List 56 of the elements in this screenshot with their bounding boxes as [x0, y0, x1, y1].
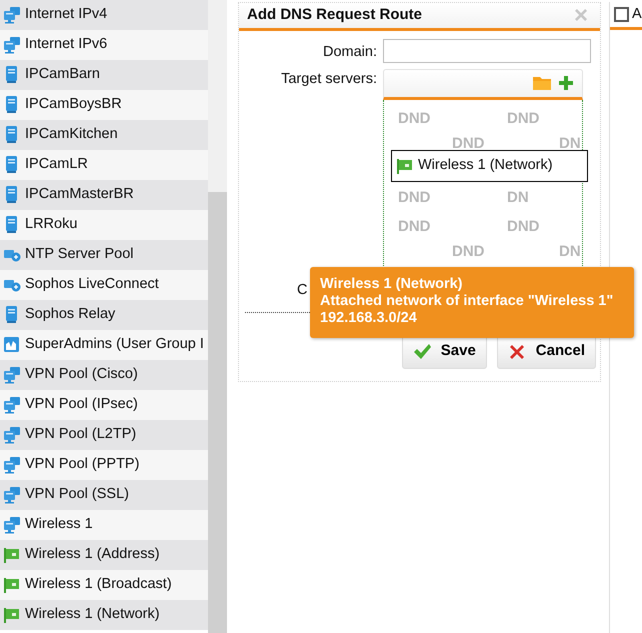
network-icon [3, 396, 21, 414]
dialog-title: Add DNS Request Route [247, 5, 422, 26]
flag-icon [396, 156, 414, 175]
definition-item[interactable]: VPN Pool (IPsec) [0, 390, 208, 420]
folder-icon[interactable] [532, 75, 552, 92]
flag-icon [3, 606, 21, 624]
drop-watermark: DND [398, 108, 430, 129]
check-icon [412, 342, 431, 360]
network-icon [3, 36, 21, 54]
definition-item[interactable]: Internet IPv6 [0, 30, 208, 60]
definition-item[interactable]: VPN Pool (L2TP) [0, 420, 208, 450]
domain-field[interactable] [383, 39, 591, 63]
network-icon [3, 486, 21, 504]
definition-item[interactable]: NTP Server Pool [0, 240, 208, 270]
scrollbar[interactable] [208, 0, 227, 633]
network-icon [3, 366, 21, 384]
flag-icon [3, 576, 21, 594]
definition-item[interactable]: SuperAdmins (User Group I [0, 330, 208, 360]
drop-watermark: DND [452, 242, 484, 262]
tooltip: Wireless 1 (Network) Attached network of interface "Wireless 1" 192.168.3.0/24 [310, 267, 634, 338]
drop-watermark: DN [559, 242, 581, 262]
definition-item[interactable]: LRRoku [0, 210, 208, 240]
checkbox[interactable] [614, 7, 629, 22]
definition-item[interactable]: IPCamBarn [0, 60, 208, 90]
definition-item[interactable]: IPCamMasterBR [0, 180, 208, 210]
network-icon [3, 6, 21, 24]
panel-title: A [632, 4, 642, 24]
network-icon [3, 456, 21, 474]
field-label: Domain: [322, 43, 377, 62]
definition-item[interactable]: Wireless 1 (Address) [0, 540, 208, 570]
flag-icon [3, 546, 21, 564]
definition-item[interactable]: Wireless 1 [0, 510, 208, 540]
drop-watermark: DN [507, 188, 529, 208]
chart-icon [3, 336, 21, 354]
network-icon [3, 516, 21, 534]
definition-item[interactable]: VPN Pool (Cisco) [0, 360, 208, 390]
field-label: C [297, 280, 308, 300]
definition-item[interactable]: VPN Pool (PPTP) [0, 450, 208, 480]
target-item[interactable]: Wireless 1 (Network) [391, 150, 588, 182]
drop-watermark: DND [398, 216, 430, 237]
drop-watermark: DND [507, 108, 540, 129]
field-label: Target servers: [280, 70, 377, 89]
definition-item[interactable]: IPCamBoysBR [0, 90, 208, 120]
definition-item[interactable]: Internet IPv4 [0, 0, 208, 30]
definition-item[interactable]: IPCamKitchen [0, 120, 208, 150]
drop-watermark: DND [507, 216, 540, 237]
definition-item[interactable]: IPCamLR [0, 150, 208, 180]
definition-item[interactable]: VPN Pool (SSL) [0, 480, 208, 510]
network-icon [3, 426, 21, 444]
definition-item[interactable]: Wireless 1 (Network) [0, 600, 208, 630]
definition-item[interactable]: Sophos Relay [0, 300, 208, 330]
cross-icon [508, 342, 526, 360]
definition-item[interactable]: Wireless 1 (Broadcast) [0, 570, 208, 600]
drop-watermark: DND [398, 188, 430, 208]
definition-item[interactable]: Sophos LiveConnect [0, 270, 208, 300]
add-icon[interactable] [558, 75, 574, 92]
